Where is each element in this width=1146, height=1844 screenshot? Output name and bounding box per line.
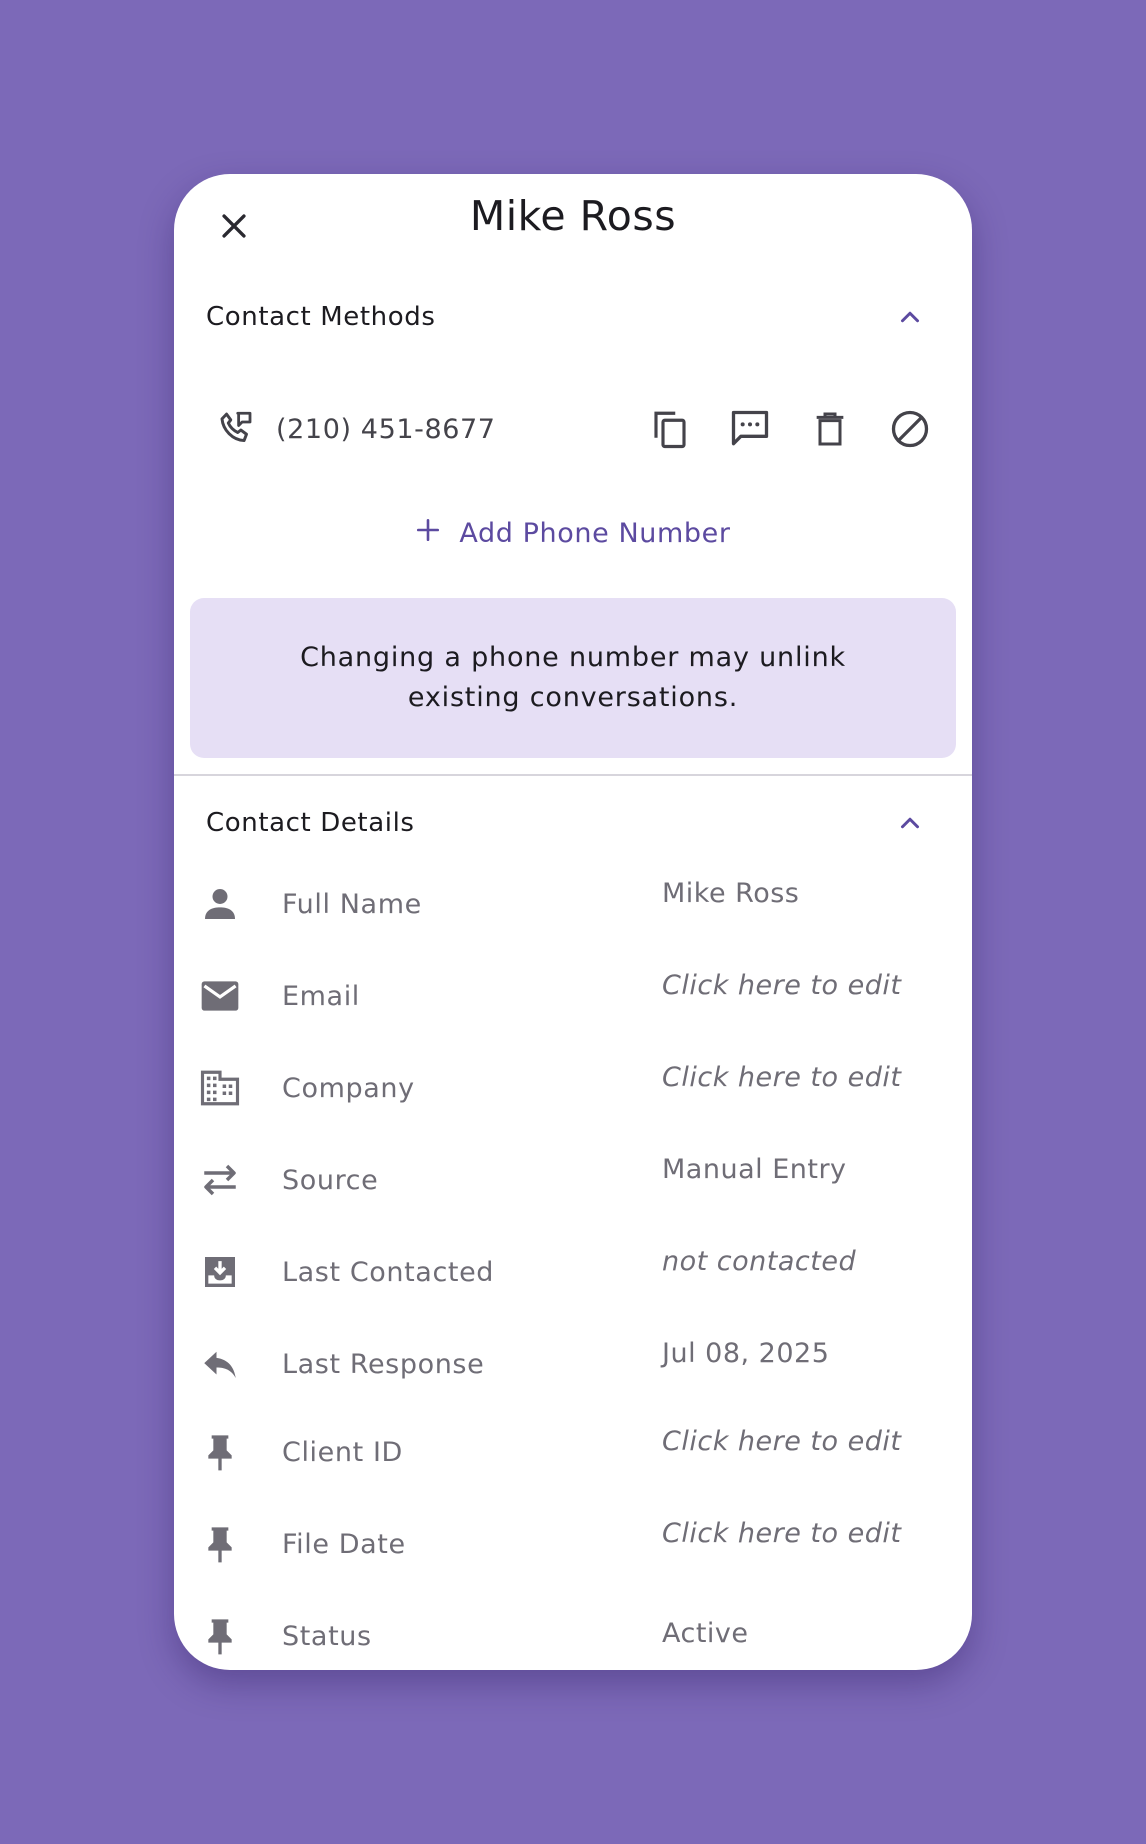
plus-icon [415, 517, 441, 550]
person-icon [198, 882, 242, 926]
email-icon [198, 974, 242, 1018]
detail-value[interactable]: Mike Ross [662, 878, 799, 909]
source-icon [198, 1158, 242, 1202]
detail-row-last-response: Last Response Jul 08, 2025 [198, 1334, 948, 1394]
detail-label: Company [282, 1072, 415, 1104]
detail-row-client-id: Client ID Click here to edit [198, 1422, 948, 1482]
detail-label: Full Name [282, 888, 422, 920]
detail-value[interactable]: Click here to edit [662, 1062, 901, 1093]
message-icon[interactable] [728, 407, 772, 451]
chevron-up-icon[interactable] [888, 295, 932, 339]
detail-row-status: Status Active [198, 1606, 948, 1666]
phone-forward-icon [214, 407, 258, 451]
copy-icon[interactable] [648, 407, 692, 451]
detail-label: Source [282, 1164, 379, 1196]
detail-row-source: Source Manual Entry [198, 1150, 948, 1210]
contact-card: Mike Ross Contact Methods (210) 451-8677 [174, 174, 972, 1670]
phone-number[interactable]: (210) 451-8677 [276, 414, 496, 445]
pin-icon [198, 1614, 242, 1658]
pin-icon [198, 1522, 242, 1566]
contact-details-title: Contact Details [206, 808, 415, 838]
block-icon[interactable] [888, 407, 932, 451]
detail-value[interactable]: Click here to edit [662, 970, 901, 1001]
phone-actions [648, 407, 932, 451]
chevron-up-icon[interactable] [888, 801, 932, 845]
inbox-icon [198, 1250, 242, 1294]
contact-details-header[interactable]: Contact Details [206, 795, 932, 851]
detail-value[interactable]: Click here to edit [662, 1426, 901, 1457]
detail-label: Status [282, 1620, 372, 1652]
detail-value[interactable]: Jul 08, 2025 [662, 1338, 829, 1369]
add-phone-button[interactable]: Add Phone Number [174, 508, 972, 558]
page-title: Mike Ross [469, 192, 677, 240]
detail-label: Client ID [282, 1436, 403, 1468]
reply-icon [198, 1342, 242, 1386]
pin-icon [198, 1430, 242, 1474]
detail-row-last-contacted: Last Contacted not contacted [198, 1242, 948, 1302]
detail-value[interactable]: Active [662, 1618, 749, 1649]
company-icon [198, 1066, 242, 1110]
detail-value[interactable]: not contacted [662, 1246, 856, 1277]
detail-row-company: Company Click here to edit [198, 1058, 948, 1118]
detail-value[interactable]: Manual Entry [662, 1154, 847, 1185]
detail-row-file-date: File Date Click here to edit [198, 1514, 948, 1574]
delete-icon[interactable] [808, 407, 852, 451]
phone-row: (210) 451-8677 [214, 394, 932, 464]
detail-value[interactable]: Click here to edit [662, 1518, 901, 1549]
contact-methods-title: Contact Methods [206, 302, 436, 332]
detail-label: Last Contacted [282, 1256, 495, 1288]
contact-methods-header[interactable]: Contact Methods [206, 289, 932, 345]
section-divider [174, 774, 972, 776]
detail-label: File Date [282, 1528, 406, 1560]
detail-label: Last Response [282, 1348, 485, 1380]
detail-label: Email [282, 980, 360, 1012]
detail-row-full-name: Full Name Mike Ross [198, 874, 948, 934]
phone-change-notice: Changing a phone number may unlink exist… [190, 598, 956, 758]
add-phone-label: Add Phone Number [459, 517, 731, 549]
detail-row-email: Email Click here to edit [198, 966, 948, 1026]
